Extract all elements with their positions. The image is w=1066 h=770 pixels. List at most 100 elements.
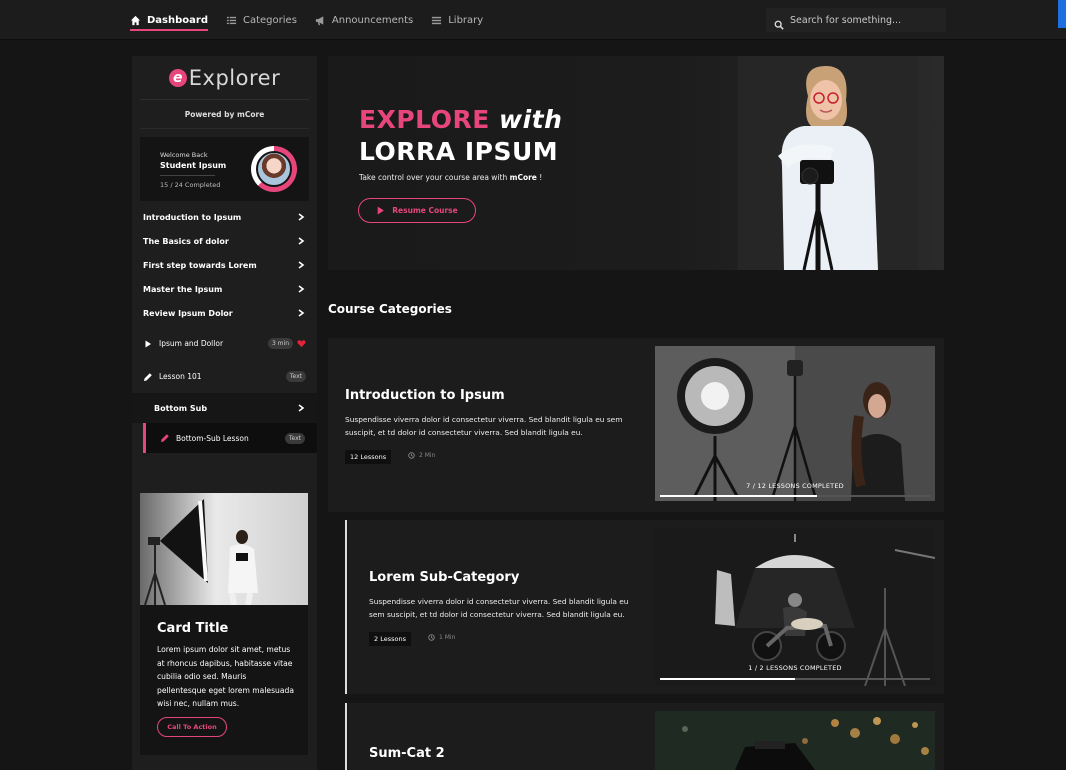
lessons-count-badge: 2 Lessons [369, 632, 411, 646]
menu-item-introduction[interactable]: Introduction to Ipsum [132, 205, 317, 229]
duration: 1 Min [428, 634, 455, 641]
sidebar: e Explorer Powered by mCore Welcome Back… [132, 56, 317, 770]
lesson-item[interactable]: Ipsum and Dollor 3 min [132, 327, 317, 360]
lesson-label: Lesson 101 [159, 372, 202, 381]
chevron-right-icon [297, 213, 305, 221]
completion-text: 15 / 24 Completed [160, 181, 221, 189]
progress-bar-fill [660, 495, 818, 497]
hero-title: EXPLORE with [359, 105, 562, 134]
bottom-sub-lesson-item[interactable]: Bottom-Sub Lesson Text [143, 423, 317, 453]
search-input[interactable] [790, 14, 940, 26]
card-body: Lorem ipsum dolor sit amet, metus at rho… [157, 645, 294, 708]
hero-subtitle-text: Take control over your course area with [359, 173, 508, 182]
duration-badge: 3 min [267, 338, 293, 349]
course-menu: Introduction to Ipsum The Basics of dolo… [132, 205, 317, 325]
category-card[interactable]: Lorem Sub-Category Suspendisse viverra d… [348, 520, 944, 694]
progress-bar [660, 678, 930, 680]
chevron-right-icon [297, 237, 305, 245]
search-box[interactable] [766, 8, 946, 32]
bottom-sub-item[interactable]: Bottom Sub [132, 393, 317, 423]
hero-title-highlight: EXPLORE [359, 105, 490, 134]
category-image [655, 711, 935, 770]
menu-item-label: First step towards Lorem [143, 260, 257, 270]
nav-library-label: Library [448, 14, 484, 26]
card-title: Card Title [157, 621, 229, 636]
hero-subtitle-end: ! [539, 173, 543, 182]
hero-banner: EXPLORE with LORRA IPSUM Take control ov… [328, 56, 944, 270]
main-nav: Dashboard Categories Announcements Libra… [130, 0, 501, 40]
hero-photo [738, 56, 918, 270]
clock-icon [428, 634, 435, 641]
chevron-right-icon [297, 261, 305, 269]
divider [160, 175, 215, 176]
nav-library[interactable]: Library [431, 0, 483, 40]
section-title: Course Categories [328, 302, 452, 316]
avatar-progress-ring [251, 146, 297, 192]
category-card[interactable]: Introduction to Ipsum Suspendisse viverr… [328, 338, 944, 512]
category-title: Introduction to Ipsum [345, 388, 505, 403]
type-badge: Text [284, 432, 305, 444]
hero-title-line2: LORRA IPSUM [359, 137, 559, 166]
list-icon [226, 15, 237, 26]
lessons-completed-text: 1 / 2 LESSONS COMPLETED [748, 664, 842, 672]
category-card[interactable]: Sum-Cat 2 [348, 703, 944, 770]
library-icon [431, 15, 442, 26]
duration: 2 Min [408, 452, 435, 459]
resume-course-button[interactable]: Resume Course [358, 198, 476, 223]
logo-text: Explorer [188, 65, 281, 90]
menu-item-label: The Basics of dolor [143, 236, 229, 246]
play-icon [143, 339, 153, 349]
lesson-label: Bottom-Sub Lesson [176, 433, 249, 443]
category-description: Suspendisse viverra dolor id consectetur… [369, 597, 629, 619]
home-icon [130, 15, 141, 26]
clock-icon [408, 452, 415, 459]
avatar [256, 151, 292, 187]
logo[interactable]: e Explorer [140, 56, 309, 100]
resume-course-label: Resume Course [392, 206, 458, 215]
duration-text: 2 Min [419, 452, 436, 459]
progress-bar-fill [660, 678, 795, 680]
menu-item-basics[interactable]: The Basics of dolor [132, 229, 317, 253]
hero-subtitle: Take control over your course area with … [359, 173, 542, 182]
menu-item-label: Master the Ipsum [143, 284, 223, 294]
powered-by: Powered by mCore [140, 100, 309, 129]
promo-card: Card Title Lorem ipsum dolor sit amet, m… [140, 493, 308, 755]
pencil-icon [143, 372, 153, 382]
welcome-greeting: Welcome Back [160, 151, 208, 159]
nav-announcements[interactable]: Announcements [315, 0, 413, 40]
sub-category-indicator [345, 520, 347, 694]
menu-item-first-step[interactable]: First step towards Lorem [132, 253, 317, 277]
menu-item-master[interactable]: Master the Ipsum [132, 277, 317, 301]
hero-subtitle-brand: mCore [509, 173, 537, 182]
menu-item-review[interactable]: Review Ipsum Dolor [132, 301, 317, 325]
type-badge: Text [285, 371, 306, 382]
category-description: Suspendisse viverra dolor id consectetur… [345, 415, 623, 437]
nav-categories[interactable]: Categories [226, 0, 297, 40]
heart-icon[interactable] [297, 339, 306, 348]
lesson-label: Ipsum and Dollor [159, 339, 224, 348]
search-icon [774, 15, 784, 30]
category-title: Lorem Sub-Category [369, 570, 520, 585]
sub-category-indicator [345, 703, 347, 770]
call-to-action-button[interactable]: Call To Action [157, 717, 227, 737]
chevron-right-icon [297, 285, 305, 293]
card-image [140, 493, 308, 605]
nav-dashboard-label: Dashboard [147, 14, 208, 26]
nav-announcements-label: Announcements [331, 14, 414, 26]
pencil-icon [160, 433, 170, 443]
menu-item-label: Introduction to Ipsum [143, 212, 242, 222]
chevron-right-icon [297, 404, 305, 412]
lessons-count-badge: 12 Lessons [345, 450, 392, 464]
bottom-sub-label: Bottom Sub [154, 403, 208, 413]
nav-dashboard[interactable]: Dashboard [130, 0, 208, 40]
top-navigation-bar: Dashboard Categories Announcements Libra… [0, 0, 1066, 40]
scroll-indicator [1058, 0, 1066, 28]
chevron-right-icon [297, 309, 305, 317]
welcome-card: Welcome Back Student Ipsum 15 / 24 Compl… [140, 137, 309, 201]
megaphone-icon [315, 15, 326, 26]
category-image: 1 / 2 LESSONS COMPLETED [655, 528, 935, 686]
logo-mark: e [168, 68, 187, 87]
menu-item-label: Review Ipsum Dolor [143, 308, 233, 318]
student-name: Student Ipsum [160, 161, 227, 170]
lesson-item[interactable]: Lesson 101 Text [132, 360, 317, 393]
